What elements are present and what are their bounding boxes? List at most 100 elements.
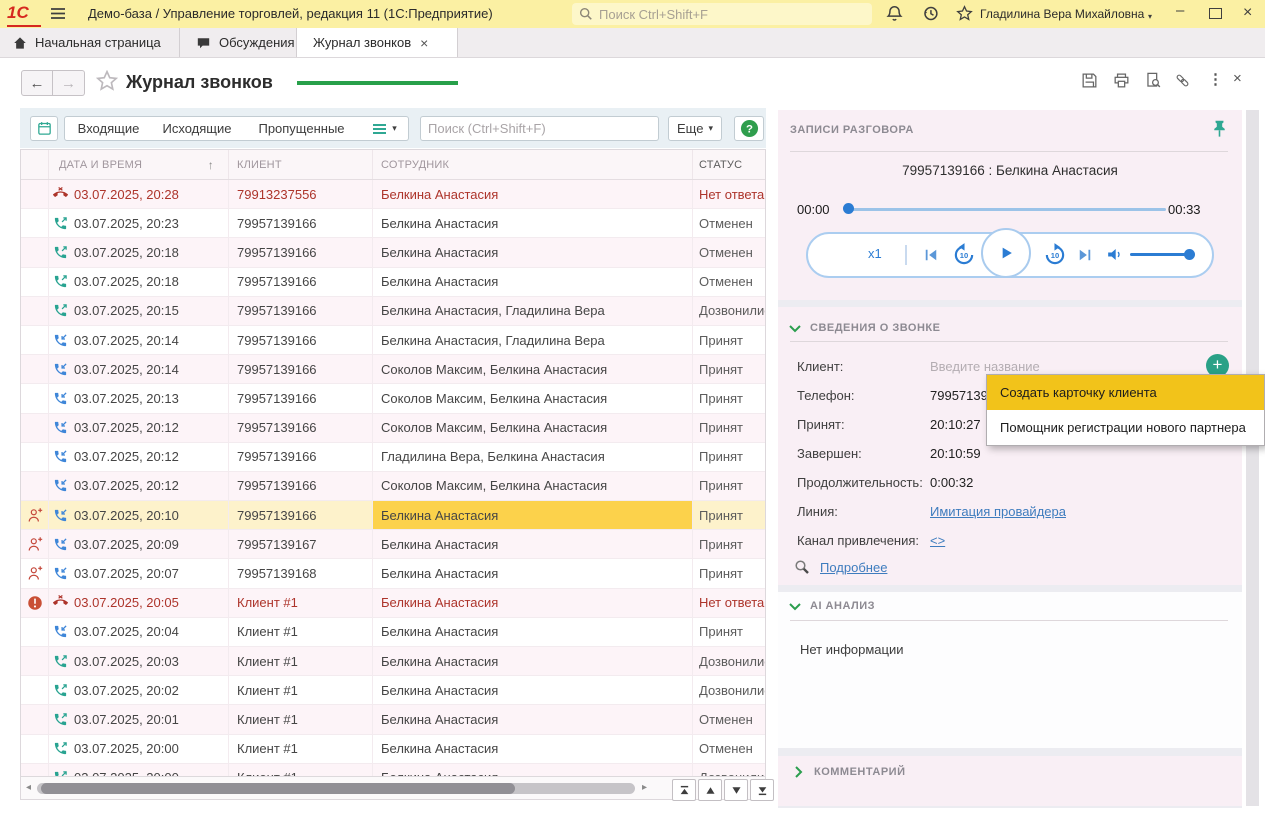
tab-close-icon[interactable]: × — [420, 35, 428, 51]
row-status-cell: Принят — [693, 472, 765, 500]
column-client[interactable]: КЛИЕНТ — [229, 150, 373, 179]
column-status[interactable]: СТАТУС — [693, 150, 765, 179]
table-row[interactable]: 03.07.2025, 20:1279957139166Соколов Макс… — [21, 414, 765, 443]
filter-label: Входящие — [78, 121, 140, 136]
table-row[interactable]: 03.07.2025, 20:1279957139166Гладилина Ве… — [21, 443, 765, 472]
column-flags[interactable] — [21, 150, 49, 179]
go-last-row-button[interactable] — [750, 779, 774, 801]
more-actions-kebab-icon[interactable]: ⋮ — [1208, 70, 1223, 88]
go-next-row-button[interactable] — [724, 779, 748, 801]
tab-home[interactable]: Начальная страница — [0, 28, 180, 57]
volume-icon[interactable] — [1105, 245, 1124, 264]
current-user-name[interactable]: Гладилина Вера Михайловна — [980, 7, 1144, 21]
row-employee-cell: Белкина Анастасия — [373, 735, 693, 763]
favorites-star-icon[interactable] — [956, 5, 976, 23]
table-row[interactable]: 03.07.2025, 20:1879957139166Белкина Анас… — [21, 268, 765, 297]
table-row[interactable]: 03.07.2025, 20:2879913237556Белкина Анас… — [21, 180, 765, 209]
detail-link[interactable]: <> — [930, 533, 945, 548]
previous-track-icon[interactable] — [922, 246, 940, 264]
detail-link[interactable]: Имитация провайдера — [930, 504, 1066, 519]
table-row[interactable]: 03.07.2025, 20:05Клиент #1Белкина Анаста… — [21, 589, 765, 618]
back-button[interactable]: ← — [21, 70, 53, 96]
horizontal-scrollbar-thumb[interactable] — [41, 783, 515, 794]
menu-item[interactable]: Создать карточку клиента — [987, 375, 1264, 410]
volume-slider-track[interactable] — [1130, 253, 1190, 256]
missed-call-icon — [53, 187, 68, 202]
scroll-right-icon[interactable]: ▸ — [642, 782, 647, 793]
table-row[interactable]: 03.07.2025, 20:00Клиент #1Белкина Анаста… — [21, 735, 765, 764]
row-client-cell: Клиент #1 — [229, 589, 373, 617]
favorite-star-icon[interactable] — [96, 70, 118, 92]
help-button[interactable]: ? — [734, 116, 764, 141]
play-button[interactable] — [981, 228, 1031, 278]
details-more-link[interactable]: Подробнее — [820, 560, 887, 575]
minimize-button[interactable]: – — [1176, 2, 1184, 19]
table-row[interactable]: 03.07.2025, 20:1079957139166Белкина Анас… — [21, 501, 765, 530]
filter-menu-button[interactable]: ▾ — [361, 116, 409, 141]
table-row[interactable]: 03.07.2025, 20:0779957139168Белкина Анас… — [21, 559, 765, 588]
tab-call-log[interactable]: Журнал звонков × — [297, 28, 458, 57]
main-menu-icon[interactable] — [50, 7, 66, 20]
go-prev-row-button[interactable] — [698, 779, 722, 801]
maximize-button[interactable] — [1209, 8, 1222, 19]
incoming-call-icon — [53, 508, 68, 523]
scroll-left-icon[interactable]: ◂ — [26, 782, 31, 793]
table-row[interactable]: 03.07.2025, 20:03Клиент #1Белкина Анаста… — [21, 647, 765, 676]
save-icon[interactable] — [1080, 71, 1100, 91]
rewind-10-icon[interactable]: 10 — [951, 242, 977, 268]
history-icon[interactable] — [922, 5, 942, 23]
playback-speed-button[interactable]: x1 — [868, 246, 882, 261]
row-client-cell: 79957139166 — [229, 326, 373, 354]
expand-chevron-icon[interactable] — [793, 765, 804, 779]
progress-handle[interactable] — [843, 203, 854, 214]
row-client-cell: 79957139166 — [229, 355, 373, 383]
forward-button[interactable]: → — [53, 70, 85, 96]
next-track-icon[interactable] — [1076, 246, 1094, 264]
table-row[interactable]: 03.07.2025, 20:04Клиент #1Белкина Анаста… — [21, 618, 765, 647]
pin-icon[interactable] — [1210, 119, 1229, 140]
row-employee-cell[interactable]: Белкина Анастасия — [373, 501, 693, 529]
print-icon[interactable] — [1112, 71, 1132, 91]
link-icon[interactable] — [1173, 71, 1193, 91]
column-employee[interactable]: СОТРУДНИК — [373, 150, 693, 179]
row-status-cell: Отменен — [693, 268, 765, 296]
volume-slider-handle[interactable] — [1184, 249, 1195, 260]
table-row[interactable]: 03.07.2025, 20:00Клиент #1Белкина Анаста… — [21, 764, 765, 776]
collapse-chevron-icon[interactable] — [788, 601, 802, 612]
table-row[interactable]: 03.07.2025, 20:1479957139166Белкина Анас… — [21, 326, 765, 355]
notifications-bell-icon[interactable] — [886, 5, 906, 23]
1c-logo[interactable]: 1С — [7, 3, 41, 27]
table-row[interactable]: 03.07.2025, 20:2379957139166Белкина Анас… — [21, 209, 765, 238]
row-client-cell: Клиент #1 — [229, 705, 373, 733]
table-row[interactable]: 03.07.2025, 20:1279957139166Соколов Макс… — [21, 472, 765, 501]
progress-track[interactable] — [846, 208, 1166, 211]
print-preview-icon[interactable] — [1144, 71, 1164, 91]
panel-scrollbar-gutter[interactable] — [1246, 110, 1259, 806]
column-datetime[interactable]: ДАТА И ВРЕМЯ ↑ — [49, 150, 229, 179]
tab-discussions[interactable]: Обсуждения — [180, 28, 297, 57]
table-row[interactable]: 03.07.2025, 20:1379957139166Соколов Макс… — [21, 384, 765, 413]
service-menu-icon[interactable]: ▾ — [1143, 6, 1161, 24]
table-row[interactable]: 03.07.2025, 20:0979957139167Белкина Анас… — [21, 530, 765, 559]
filter-outgoing-button[interactable]: Исходящие — [152, 116, 243, 141]
set-period-button[interactable] — [30, 116, 58, 141]
list-search-input[interactable]: Поиск (Ctrl+Shift+F) — [420, 116, 659, 141]
window-close-button[interactable]: × — [1243, 4, 1252, 22]
table-row[interactable]: 03.07.2025, 20:02Клиент #1Белкина Анаста… — [21, 676, 765, 705]
more-button[interactable]: Еще ▾ — [668, 116, 722, 141]
filter-missed-button[interactable]: Пропущенные — [242, 116, 362, 141]
filter-incoming-button[interactable]: Входящие — [64, 116, 153, 141]
global-search-input[interactable]: Поиск Ctrl+Shift+F — [572, 3, 872, 25]
table-row[interactable]: 03.07.2025, 20:01Клиент #1Белкина Анаста… — [21, 705, 765, 734]
form-close-icon[interactable]: × — [1233, 70, 1242, 87]
table-row[interactable]: 03.07.2025, 20:1879957139166Белкина Анас… — [21, 238, 765, 267]
row-flag-cell — [21, 268, 49, 296]
go-first-row-button[interactable] — [672, 779, 696, 801]
magnifier-icon — [794, 559, 810, 575]
menu-item[interactable]: Помощник регистрации нового партнера — [987, 410, 1264, 445]
table-row[interactable]: 03.07.2025, 20:1579957139166Белкина Анас… — [21, 297, 765, 326]
collapse-chevron-icon[interactable] — [788, 323, 802, 334]
client-name-input[interactable]: Введите название — [930, 359, 1040, 374]
table-row[interactable]: 03.07.2025, 20:1479957139166Соколов Макс… — [21, 355, 765, 384]
forward-10-icon[interactable]: 10 — [1042, 242, 1068, 268]
